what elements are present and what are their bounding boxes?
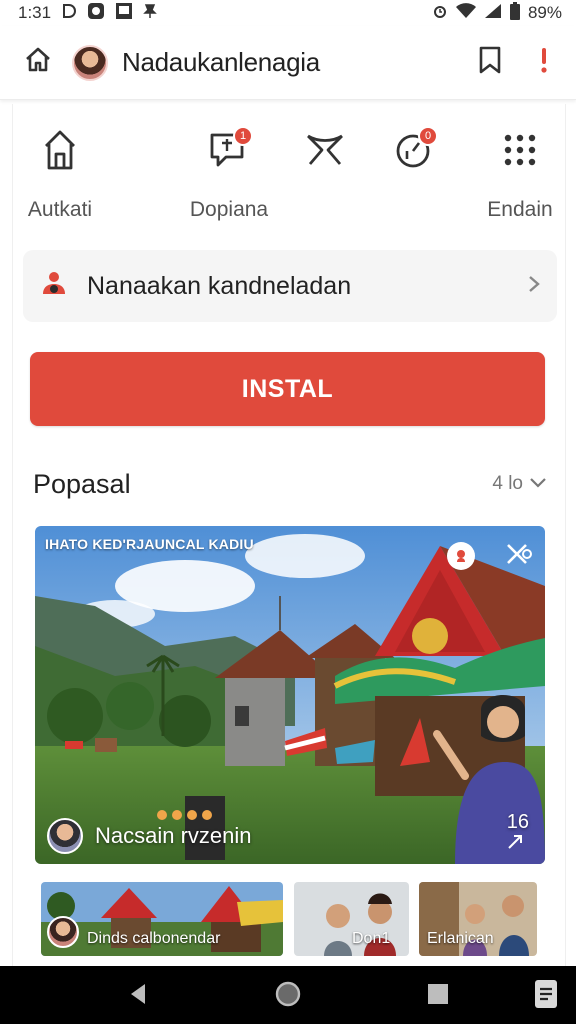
back-button[interactable] xyxy=(120,978,156,1014)
circle-icon xyxy=(274,980,302,1013)
install-button[interactable]: INSTAL xyxy=(30,352,545,426)
bookmark-button[interactable] xyxy=(472,45,508,81)
hero-count-value: 16 xyxy=(506,811,529,833)
thumbnail-avatar xyxy=(47,916,79,948)
thumbnail-label: Erlanican xyxy=(427,930,494,947)
alert-button[interactable] xyxy=(532,45,556,81)
thumbnail-label: Dinds calbonendar xyxy=(87,930,221,947)
circle-app-icon xyxy=(87,2,105,25)
d-icon xyxy=(61,3,77,24)
hero-count[interactable]: 16 xyxy=(507,811,529,850)
close-icon xyxy=(505,542,533,566)
signal-icon xyxy=(484,3,502,24)
recents-button[interactable] xyxy=(420,978,456,1014)
wifi-icon xyxy=(455,2,476,24)
thumbnail[interactable]: Don1 xyxy=(294,882,409,956)
back-icon xyxy=(127,982,149,1011)
hero-caption-row: Nacsain rvzenin xyxy=(47,818,252,854)
alert-icon xyxy=(539,46,549,79)
status-bar: 1:31 89% xyxy=(0,0,576,26)
shortcut-label: Autkati xyxy=(27,198,93,221)
home-icon xyxy=(23,45,53,80)
menu-button[interactable] xyxy=(528,978,564,1014)
status-right: 89% xyxy=(432,1,562,25)
document-icon xyxy=(534,979,558,1014)
chat-icon: 1 xyxy=(203,124,255,176)
close-button[interactable] xyxy=(505,542,533,566)
battery-icon xyxy=(509,1,520,25)
app-header: Nadaukanlenagia xyxy=(0,26,576,100)
person-icon xyxy=(41,270,67,303)
section-more-label: 4 lo xyxy=(492,473,523,494)
hero-top-text: IHATO KED'RJAUNCAL KADIU xyxy=(45,536,254,552)
section-header: Popasal 4 lo xyxy=(33,466,547,502)
status-time: 1:31 xyxy=(18,3,52,22)
bookmark-icon xyxy=(476,45,504,80)
profile-row[interactable]: Nanaakan kandneladan xyxy=(23,250,557,322)
page-title: Nadaukanlenagia xyxy=(122,47,320,77)
thumbnail[interactable]: Dinds calbonendar xyxy=(41,882,283,956)
alarm-icon xyxy=(432,3,448,24)
chevron-down-icon xyxy=(529,473,547,495)
home-button[interactable] xyxy=(20,45,56,81)
pin-icon xyxy=(454,548,468,564)
thumbnail[interactable]: Erlanican xyxy=(419,882,537,956)
shortcut-badge: 1 xyxy=(233,126,253,146)
hero-caption: Nacsain rvzenin xyxy=(95,823,252,848)
shortcut-label: Endain xyxy=(487,198,553,221)
avatar[interactable] xyxy=(72,44,108,81)
image-icon xyxy=(115,2,133,25)
system-nav-bar xyxy=(0,966,576,1024)
section-more-button[interactable]: 4 lo xyxy=(492,473,547,495)
home-nav-button[interactable] xyxy=(270,978,306,1014)
grid-icon xyxy=(494,124,546,176)
share-icon xyxy=(507,834,529,850)
shortcut-dopiana[interactable]: 1 Dopiana xyxy=(174,124,284,222)
status-left: 1:31 xyxy=(18,2,157,25)
ribbon-icon xyxy=(299,124,351,176)
shortcut-badge: 0 xyxy=(418,126,438,146)
thumbnail-label: Don1 xyxy=(352,930,391,947)
shortcut-row: Autkati 1 Dopiana 0 Endain xyxy=(13,124,565,234)
hero-pin-button[interactable] xyxy=(447,542,475,570)
hero-illustration xyxy=(35,526,545,864)
featured-image[interactable]: IHATO KED'RJAUNCAL KADIU Nacsain rvzenin… xyxy=(35,526,545,864)
thumbnail-strip: Dinds calbonendar Don1 Erlanican xyxy=(41,882,541,958)
square-icon xyxy=(427,983,449,1010)
hero-avatar[interactable] xyxy=(47,818,83,854)
shortcut-endain[interactable]: Endain xyxy=(465,124,565,222)
battery-percent: 89% xyxy=(527,3,562,22)
pin-icon xyxy=(143,3,157,24)
shortcut-gauge[interactable]: 0 xyxy=(359,124,469,198)
section-title: Popasal xyxy=(33,468,131,499)
upload-icon xyxy=(34,124,86,176)
shortcut-label: Dopiana xyxy=(189,198,269,221)
chevron-right-icon xyxy=(527,274,541,299)
content-area: Autkati 1 Dopiana 0 Endain Nanaakan kand… xyxy=(12,104,566,966)
gauge-icon: 0 xyxy=(388,124,440,176)
shortcut-autkati[interactable]: Autkati xyxy=(13,124,115,222)
profile-row-label: Nanaakan kandneladan xyxy=(87,271,352,300)
